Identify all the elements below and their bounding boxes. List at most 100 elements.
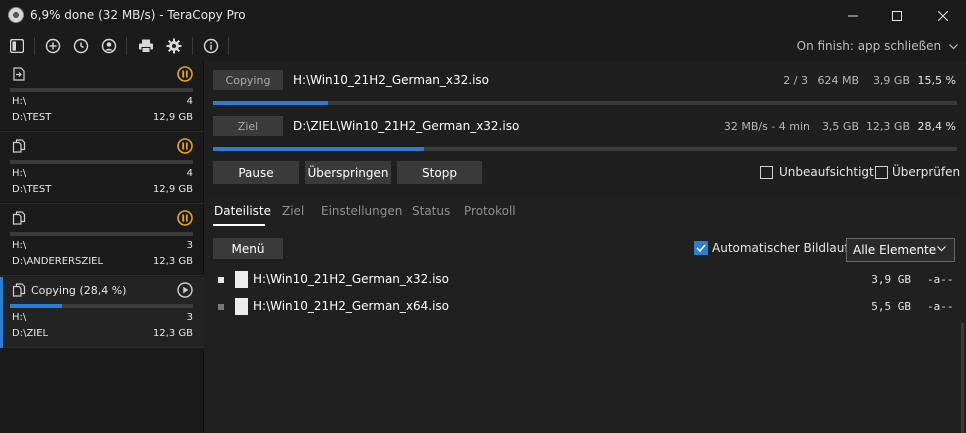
- tab-settings[interactable]: Einstellungen: [321, 204, 402, 218]
- pause-icon[interactable]: [177, 210, 193, 226]
- speed-eta: 32 MB/s - 4 min: [723, 120, 810, 133]
- filter-value: Alle Elemente: [853, 243, 937, 257]
- unattended-label: Unbeaufsichtigt: [779, 165, 874, 179]
- menu-button[interactable]: Menü: [213, 238, 283, 259]
- close-icon: [938, 10, 948, 21]
- scrollbar[interactable]: [961, 323, 964, 433]
- toolbar-divider: [34, 37, 35, 55]
- file-attributes: -a--: [927, 300, 954, 313]
- unattended-checkbox[interactable]: [760, 166, 773, 179]
- job-item-active[interactable]: Copying (28,4 %) H:\ 3 D:\ZIEL 12,3 GB: [0, 277, 204, 348]
- job-progress-bar: [10, 232, 193, 236]
- target-path: D:\ZIEL\Win10_21H2_German_x32.iso: [293, 119, 520, 133]
- print-icon[interactable]: [137, 37, 155, 55]
- gear-icon[interactable]: [165, 37, 183, 55]
- pause-icon[interactable]: [177, 66, 193, 82]
- job-queue: H:\ 4 D:\TEST 12,9 GB H:\ 4 D:\TEST 12,9 GB …: [0, 61, 204, 433]
- checkmark-icon: [696, 244, 706, 252]
- source-total: 3,9 GB: [872, 74, 910, 87]
- source-percent: 15,5 %: [917, 74, 956, 87]
- chevron-down-icon: [937, 246, 946, 252]
- pause-button[interactable]: Pause: [213, 161, 299, 184]
- tab-file-list[interactable]: Dateiliste: [214, 204, 271, 218]
- job-progress-bar: [10, 160, 193, 164]
- job-progress-bar: [10, 88, 193, 92]
- active-tab-indicator: [213, 224, 265, 226]
- filter-select[interactable]: Alle Elemente: [846, 238, 955, 262]
- app-logo-icon: [8, 7, 24, 23]
- file-count: 2 / 3: [783, 74, 808, 87]
- minimize-button[interactable]: [830, 0, 876, 31]
- toolbar-divider: [192, 37, 193, 55]
- job-target-row: D:\TEST 12,9 GB: [12, 112, 193, 123]
- file-attributes: -a--: [927, 273, 954, 286]
- copy-icon: [12, 139, 26, 153]
- copy-icon: [12, 211, 26, 225]
- active-job-indicator: [0, 277, 3, 348]
- job-progress-bar: [10, 304, 193, 308]
- source-progress-bar: [213, 101, 957, 105]
- file-size: 5,5 GB: [871, 300, 911, 313]
- target-progress-bar: [213, 147, 957, 151]
- play-icon[interactable]: [177, 282, 193, 298]
- autoscroll-label: Automatischer Bildlauf: [712, 241, 849, 255]
- job-item[interactable]: H:\ 4 D:\TEST 12,9 GB: [0, 61, 204, 132]
- verify-label: Überprüfen: [892, 165, 961, 179]
- panel-toggle-icon[interactable]: [8, 37, 26, 55]
- tab-target[interactable]: Ziel: [282, 204, 304, 218]
- tab-log[interactable]: Protokoll: [464, 204, 516, 218]
- skip-button[interactable]: Überspringen: [305, 161, 391, 184]
- job-source-row: H:\ 3: [12, 240, 193, 251]
- pending-file-marker: [218, 304, 224, 310]
- job-source-row: H:\ 3: [12, 312, 193, 323]
- job-item[interactable]: H:\ 4 D:\TEST 12,9 GB: [0, 133, 204, 204]
- close-button[interactable]: [920, 0, 966, 31]
- target-total: 12,3 GB: [865, 120, 910, 133]
- job-status-label: Copying (28,4 %): [31, 284, 127, 297]
- tab-bar: Dateiliste Ziel Einstellungen Status Pro…: [205, 196, 966, 228]
- pause-icon[interactable]: [177, 138, 193, 154]
- move-icon: [13, 67, 25, 81]
- job-target-row: D:\TEST 12,9 GB: [12, 184, 193, 195]
- job-target-row: D:\ANDERERSZIEL 12,3 GB: [12, 256, 193, 267]
- main-panel: Copying H:\Win10_21H2_German_x32.iso 2 /…: [205, 61, 966, 433]
- job-source-row: H:\ 4: [12, 96, 193, 107]
- file-icon: [235, 271, 248, 288]
- history-icon[interactable]: [72, 37, 90, 55]
- title-bar: 6,9% done (32 MB/s) - TeraCopy Pro: [0, 0, 966, 31]
- source-done: 624 MB: [817, 74, 859, 87]
- chevron-down-icon: [949, 44, 958, 50]
- maximize-button[interactable]: [874, 0, 920, 31]
- toolbar-divider: [126, 37, 127, 55]
- job-target-row: D:\ZIEL 12,3 GB: [12, 328, 193, 339]
- toolbar: On finish: app schließen: [0, 31, 966, 61]
- info-icon[interactable]: [202, 37, 220, 55]
- add-icon[interactable]: [44, 37, 62, 55]
- file-name: H:\Win10_21H2_German_x32.iso: [253, 272, 450, 286]
- source-path: H:\Win10_21H2_German_x32.iso: [293, 73, 490, 87]
- file-size: 3,9 GB: [871, 273, 911, 286]
- target-done: 3,5 GB: [821, 120, 859, 133]
- transfer-panel: Copying H:\Win10_21H2_German_x32.iso 2 /…: [205, 61, 966, 196]
- file-icon: [235, 298, 248, 315]
- file-row[interactable]: H:\Win10_21H2_German_x64.iso 5,5 GB -a--: [205, 295, 966, 319]
- verify-checkbox[interactable]: [875, 166, 888, 179]
- job-source-row: H:\ 4: [12, 168, 193, 179]
- user-icon[interactable]: [100, 37, 118, 55]
- window-title: 6,9% done (32 MB/s) - TeraCopy Pro: [30, 8, 246, 22]
- file-row[interactable]: H:\Win10_21H2_German_x32.iso 3,9 GB -a--: [205, 268, 966, 292]
- minimize-icon: [848, 15, 858, 16]
- target-tag: Ziel: [213, 116, 283, 136]
- copy-icon: [12, 283, 26, 297]
- current-file-marker: [218, 277, 224, 283]
- tab-status[interactable]: Status: [412, 204, 450, 218]
- autoscroll-checkbox[interactable]: [694, 241, 708, 255]
- target-percent: 28,4 %: [917, 120, 956, 133]
- on-finish-dropdown[interactable]: On finish: app schließen: [797, 39, 958, 53]
- source-tag: Copying: [213, 70, 283, 90]
- on-finish-label: On finish: app schließen: [796, 39, 942, 53]
- maximize-icon: [892, 10, 902, 21]
- toolbar-divider: [228, 37, 229, 55]
- stop-button[interactable]: Stopp: [397, 161, 482, 184]
- job-item[interactable]: H:\ 3 D:\ANDERERSZIEL 12,3 GB: [0, 205, 204, 276]
